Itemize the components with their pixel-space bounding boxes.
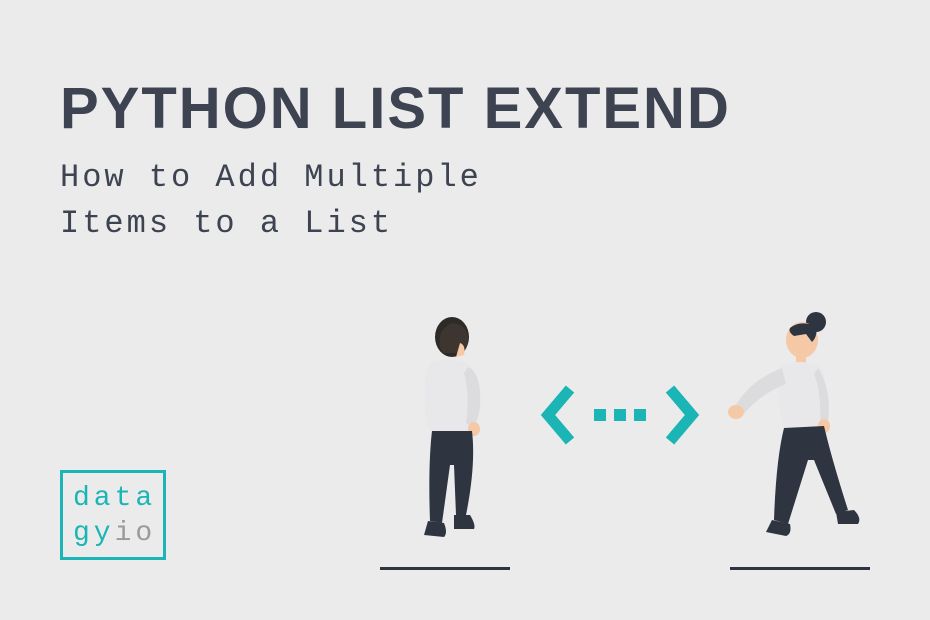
logo-text-gy: gy [73, 518, 115, 549]
dot-icon [634, 409, 646, 421]
page-title: PYTHON LIST EXTEND [60, 75, 731, 142]
page-subtitle: How to Add Multiple Items to a List [60, 155, 482, 248]
person-right-shadow [730, 567, 870, 570]
subtitle-line-2: Items to a List [60, 205, 393, 242]
hero-illustration [360, 290, 880, 570]
dot-icon [594, 409, 606, 421]
dot-icon [614, 409, 626, 421]
logo-text-data: data [73, 483, 156, 514]
person-left-shadow [380, 567, 510, 570]
brand-logo: data gyio [60, 470, 166, 560]
distance-indicator [540, 385, 700, 445]
subtitle-line-1: How to Add Multiple [60, 159, 482, 196]
ellipsis-dots [594, 409, 646, 421]
chevron-right-icon [660, 385, 700, 445]
person-left-icon [380, 315, 520, 550]
logo-text-io: io [115, 518, 157, 549]
person-right-icon [720, 310, 880, 550]
chevron-left-icon [540, 385, 580, 445]
